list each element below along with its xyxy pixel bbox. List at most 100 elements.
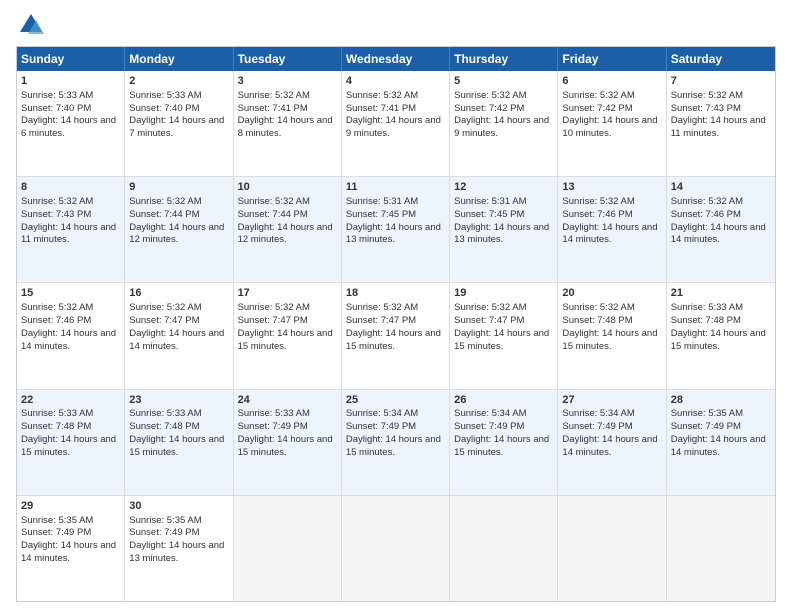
day-info: Sunrise: 5:34 AM — [346, 408, 418, 419]
day-info: Sunrise: 5:32 AM — [129, 196, 201, 207]
day-info: Daylight: 14 hours and 10 minutes. — [562, 115, 657, 139]
header — [16, 10, 776, 40]
calendar-cell: 16Sunrise: 5:32 AMSunset: 7:47 PMDayligh… — [125, 283, 233, 388]
day-number: 22 — [21, 393, 120, 408]
day-info: Daylight: 14 hours and 14 minutes. — [671, 222, 766, 246]
day-number: 26 — [454, 393, 553, 408]
day-number: 3 — [238, 74, 337, 89]
day-number: 23 — [129, 393, 228, 408]
day-number: 15 — [21, 286, 120, 301]
day-info: Sunrise: 5:33 AM — [129, 408, 201, 419]
calendar-cell: 3Sunrise: 5:32 AMSunset: 7:41 PMDaylight… — [234, 71, 342, 176]
day-info: Sunset: 7:41 PM — [346, 103, 416, 114]
day-number: 5 — [454, 74, 553, 89]
day-info: Daylight: 14 hours and 12 minutes. — [238, 222, 333, 246]
day-info: Sunset: 7:47 PM — [129, 315, 199, 326]
day-info: Sunset: 7:43 PM — [671, 103, 741, 114]
day-info: Sunrise: 5:32 AM — [562, 196, 634, 207]
calendar: SundayMondayTuesdayWednesdayThursdayFrid… — [16, 46, 776, 602]
calendar-cell: 17Sunrise: 5:32 AMSunset: 7:47 PMDayligh… — [234, 283, 342, 388]
day-info: Sunrise: 5:32 AM — [129, 302, 201, 313]
day-number: 12 — [454, 180, 553, 195]
day-info: Sunset: 7:49 PM — [346, 421, 416, 432]
day-number: 25 — [346, 393, 445, 408]
calendar-cell: 12Sunrise: 5:31 AM Sunset: 7:45 PM Dayligh… — [450, 177, 558, 282]
empty-cell — [667, 496, 775, 601]
calendar-row: 8Sunrise: 5:32 AMSunset: 7:43 PMDaylight… — [17, 177, 775, 283]
day-info: Daylight: 14 hours and 13 minutes. — [346, 222, 441, 246]
day-info: Sunrise: 5:32 AM — [238, 196, 310, 207]
day-info: Daylight: 14 hours and 15 minutes. — [454, 434, 549, 458]
calendar-header: SundayMondayTuesdayWednesdayThursdayFrid… — [17, 47, 775, 71]
day-number: 29 — [21, 499, 120, 514]
day-info: Sunrise: 5:35 AM — [21, 515, 93, 526]
day-info: Daylight: 14 hours and 14 minutes. — [21, 540, 116, 564]
calendar-row: 1Sunrise: 5:33 AMSunset: 7:40 PMDaylight… — [17, 71, 775, 177]
day-info: Sunset: 7:47 PM — [454, 315, 524, 326]
day-info: Daylight: 14 hours and 13 minutes. — [129, 540, 224, 564]
day-info: Sunset: 7:40 PM — [129, 103, 199, 114]
calendar-row: 15Sunrise: 5:32 AMSunset: 7:46 PMDayligh… — [17, 283, 775, 389]
calendar-cell: 9Sunrise: 5:32 AMSunset: 7:44 PMDaylight… — [125, 177, 233, 282]
calendar-cell: 26Sunrise: 5:34 AMSunset: 7:49 PMDayligh… — [450, 390, 558, 495]
day-info: Daylight: 14 hours and 6 minutes. — [21, 115, 116, 139]
day-info: Daylight: 14 hours and 9 minutes. — [454, 115, 549, 139]
day-info: Sunset: 7:49 PM — [21, 527, 91, 538]
empty-cell — [342, 496, 450, 601]
day-number: 11 — [346, 180, 445, 195]
page: SundayMondayTuesdayWednesdayThursdayFrid… — [0, 0, 792, 612]
weekday-header: Tuesday — [234, 47, 342, 71]
calendar-cell: 28Sunrise: 5:35 AMSunset: 7:49 PMDayligh… — [667, 390, 775, 495]
day-info: Sunrise: 5:32 AM — [671, 90, 743, 101]
day-number: 17 — [238, 286, 337, 301]
day-info: Sunrise: 5:35 AM — [129, 515, 201, 526]
day-number: 21 — [671, 286, 771, 301]
logo — [16, 10, 50, 40]
day-info: Daylight: 14 hours and 14 minutes. — [562, 434, 657, 458]
day-info: Sunset: 7:49 PM — [238, 421, 308, 432]
day-number: 6 — [562, 74, 661, 89]
calendar-row: 22Sunrise: 5:33 AMSunset: 7:48 PMDayligh… — [17, 390, 775, 496]
weekday-header: Wednesday — [342, 47, 450, 71]
weekday-header: Thursday — [450, 47, 558, 71]
day-info: Sunset: 7:48 PM — [671, 315, 741, 326]
day-info: Sunset: 7:45 PM — [454, 209, 524, 220]
day-info: Sunset: 7:48 PM — [129, 421, 199, 432]
day-number: 8 — [21, 180, 120, 195]
day-info: Sunset: 7:44 PM — [238, 209, 308, 220]
day-info: Sunrise: 5:31 AM — [454, 196, 526, 207]
calendar-cell: 5Sunrise: 5:32 AMSunset: 7:42 PMDaylight… — [450, 71, 558, 176]
day-info: Sunset: 7:42 PM — [562, 103, 632, 114]
calendar-cell: 2Sunrise: 5:33 AMSunset: 7:40 PMDaylight… — [125, 71, 233, 176]
calendar-cell: 25Sunrise: 5:34 AMSunset: 7:49 PMDayligh… — [342, 390, 450, 495]
day-info: Sunrise: 5:32 AM — [238, 302, 310, 313]
day-number: 10 — [238, 180, 337, 195]
day-info: Daylight: 14 hours and 15 minutes. — [238, 328, 333, 352]
calendar-row: 29Sunrise: 5:35 AMSunset: 7:49 PMDayligh… — [17, 496, 775, 601]
day-info: Daylight: 14 hours and 15 minutes. — [671, 328, 766, 352]
day-info: Daylight: 14 hours and 12 minutes. — [129, 222, 224, 246]
day-info: Sunset: 7:45 PM — [346, 209, 416, 220]
calendar-cell: 11Sunrise: 5:31 AMSunset: 7:45 PMDayligh… — [342, 177, 450, 282]
day-info: Sunset: 7:49 PM — [454, 421, 524, 432]
weekday-header: Friday — [558, 47, 666, 71]
calendar-cell: 13Sunrise: 5:32 AMSunset: 7:46 PMDayligh… — [558, 177, 666, 282]
calendar-cell: 8Sunrise: 5:32 AMSunset: 7:43 PMDaylight… — [17, 177, 125, 282]
day-info: Sunrise: 5:33 AM — [21, 90, 93, 101]
day-info: Daylight: 14 hours and 14 minutes. — [562, 222, 657, 246]
calendar-cell: 30Sunrise: 5:35 AMSunset: 7:49 PMDayligh… — [125, 496, 233, 601]
day-info: Daylight: 14 hours and 14 minutes. — [671, 434, 766, 458]
day-info: Daylight: 14 hours and 11 minutes. — [671, 115, 766, 139]
day-info: Sunrise: 5:32 AM — [671, 196, 743, 207]
logo-icon — [16, 10, 46, 40]
day-info: Sunset: 7:41 PM — [238, 103, 308, 114]
day-info: Sunrise: 5:32 AM — [562, 302, 634, 313]
day-info: Daylight: 14 hours and 15 minutes. — [562, 328, 657, 352]
day-number: 9 — [129, 180, 228, 195]
calendar-cell: 22Sunrise: 5:33 AMSunset: 7:48 PMDayligh… — [17, 390, 125, 495]
day-info: Daylight: 14 hours and 13 minutes. — [454, 222, 549, 246]
day-info: Sunrise: 5:33 AM — [21, 408, 93, 419]
calendar-cell: 15Sunrise: 5:32 AMSunset: 7:46 PMDayligh… — [17, 283, 125, 388]
empty-cell — [450, 496, 558, 601]
day-info: Daylight: 14 hours and 14 minutes. — [21, 328, 116, 352]
